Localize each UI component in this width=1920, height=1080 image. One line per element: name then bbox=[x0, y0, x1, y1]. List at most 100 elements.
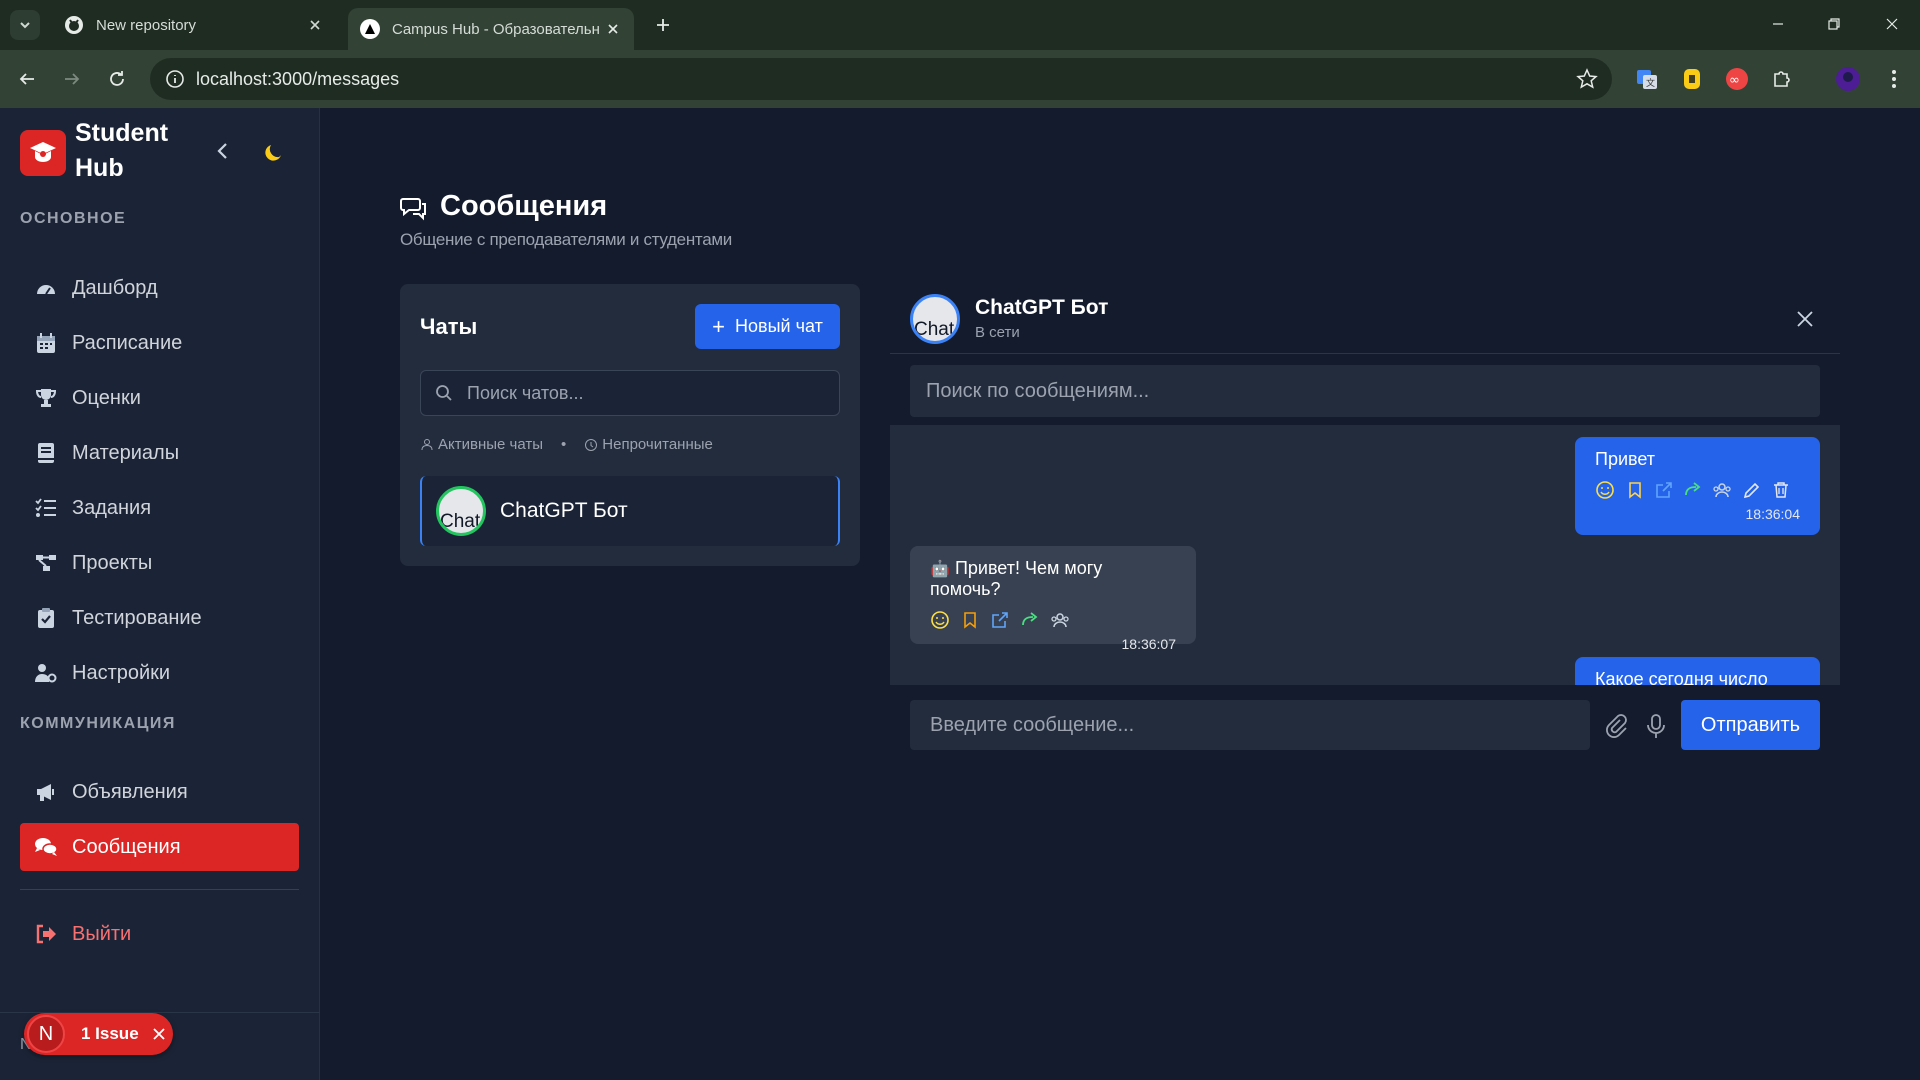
clock-icon bbox=[585, 438, 598, 451]
users-icon[interactable] bbox=[1050, 610, 1070, 630]
minimize-icon[interactable] bbox=[1758, 8, 1798, 40]
message-input[interactable] bbox=[930, 713, 1570, 737]
users-icon[interactable] bbox=[1712, 480, 1732, 500]
message-composer[interactable] bbox=[910, 700, 1590, 750]
messages-area[interactable]: Привет 18:36:04 🤖 Привет! Чем могу помоч… bbox=[890, 425, 1840, 685]
sidebar-item-testing[interactable]: Тестирование bbox=[20, 594, 299, 642]
svg-text:文: 文 bbox=[1646, 77, 1655, 89]
tab-title: New repository bbox=[96, 16, 197, 34]
yellow-extension-icon[interactable] bbox=[1678, 65, 1706, 93]
microphone-icon[interactable] bbox=[1642, 712, 1670, 740]
filter-active-chats[interactable]: Активные чаты bbox=[438, 436, 543, 453]
translate-extension-icon[interactable]: 文 bbox=[1633, 65, 1661, 93]
message-text: Привет bbox=[1595, 449, 1656, 469]
comments-outline-icon bbox=[400, 198, 426, 221]
site-info-icon[interactable] bbox=[164, 68, 186, 90]
chat-search-box[interactable] bbox=[420, 370, 840, 416]
close-icon[interactable] bbox=[1794, 308, 1816, 330]
issue-count[interactable]: 1 Issue bbox=[81, 1024, 139, 1044]
bookmark-star-icon[interactable] bbox=[1576, 68, 1598, 90]
project-diagram-icon bbox=[34, 551, 58, 575]
emoji-icon[interactable] bbox=[930, 610, 950, 630]
book-icon bbox=[34, 441, 58, 465]
clipboard-check-icon bbox=[34, 606, 58, 630]
browser-tab-new-repository[interactable]: New repository bbox=[52, 7, 336, 43]
edit-pencil-icon[interactable] bbox=[1742, 480, 1761, 500]
chevron-left-icon bbox=[217, 143, 227, 159]
external-link-icon[interactable] bbox=[1654, 480, 1673, 500]
address-bar[interactable]: localhost:3000/messages bbox=[150, 58, 1612, 100]
bookmark-icon[interactable] bbox=[1625, 480, 1644, 500]
forward-icon[interactable] bbox=[1683, 480, 1702, 500]
sidebar-item-announcements[interactable]: Объявления bbox=[20, 768, 299, 816]
filter-unread[interactable]: Непрочитанные bbox=[602, 436, 713, 453]
sidebar-item-dashboard[interactable]: Дашборд bbox=[20, 264, 299, 312]
browser-tab-campus-hub[interactable]: Campus Hub - Образовательн bbox=[348, 8, 634, 50]
reload-icon[interactable] bbox=[102, 64, 132, 94]
logout-label: Выйти bbox=[72, 922, 132, 945]
message-time: 18:36:07 bbox=[1121, 636, 1177, 652]
sidebar-item-schedule[interactable]: Расписание bbox=[20, 319, 299, 367]
paperclip-icon[interactable] bbox=[1602, 712, 1630, 740]
external-link-icon[interactable] bbox=[990, 610, 1010, 630]
forward-arrow-icon[interactable] bbox=[57, 64, 87, 94]
triangle-logo-icon bbox=[360, 19, 380, 39]
logout-button[interactable]: Выйти bbox=[20, 910, 299, 958]
infinity-extension-icon[interactable]: ∞ bbox=[1723, 65, 1751, 93]
robot-emoji: 🤖 bbox=[930, 561, 950, 578]
sidebar-item-tasks[interactable]: Задания bbox=[20, 484, 299, 532]
back-arrow-icon[interactable] bbox=[12, 64, 42, 94]
brand-name: Student Hub bbox=[75, 119, 169, 182]
extensions-puzzle-icon[interactable] bbox=[1768, 65, 1796, 93]
browser-toolbar: localhost:3000/messages 文 ∞ bbox=[0, 50, 1920, 108]
message-search-input[interactable] bbox=[926, 379, 1806, 403]
tab-close-icon[interactable] bbox=[306, 16, 324, 34]
trash-icon[interactable] bbox=[1771, 480, 1790, 500]
sidebar-item-settings[interactable]: Настройки bbox=[20, 649, 299, 697]
collapse-sidebar-button[interactable] bbox=[210, 138, 236, 164]
new-chat-button[interactable]: + Новый чат bbox=[695, 304, 840, 349]
conversation-name: ChatGPT Бот bbox=[975, 296, 1109, 319]
avatar: Chat bbox=[910, 294, 960, 344]
forward-icon[interactable] bbox=[1020, 610, 1040, 630]
issues-badge[interactable]: N 1 Issue bbox=[24, 1013, 173, 1055]
next-logo-badge[interactable]: N bbox=[27, 1015, 65, 1053]
sidebar-item-grades[interactable]: Оценки bbox=[20, 374, 299, 422]
browser-tabbar: New repository Campus Hub - Образователь… bbox=[0, 0, 1920, 50]
sidebar-divider bbox=[20, 889, 299, 890]
comments-icon bbox=[34, 835, 58, 859]
message-actions bbox=[1595, 480, 1800, 500]
sidebar-item-materials[interactable]: Материалы bbox=[20, 429, 299, 477]
conversation-panel: Chat ChatGPT Бот В сети Привет 18:36:04 bbox=[890, 284, 1840, 750]
sidebar-item-messages[interactable]: Сообщения bbox=[20, 823, 299, 871]
sidebar-item-label: Сообщения bbox=[72, 835, 181, 858]
theme-toggle-button[interactable] bbox=[262, 138, 288, 164]
github-icon bbox=[64, 15, 84, 35]
search-icon bbox=[436, 385, 452, 401]
emoji-icon[interactable] bbox=[1595, 480, 1615, 500]
restore-icon[interactable] bbox=[1814, 8, 1854, 40]
close-icon[interactable] bbox=[151, 1026, 167, 1042]
message-search-box[interactable] bbox=[910, 365, 1820, 417]
browser-menu-icon[interactable] bbox=[1880, 65, 1908, 93]
sidebar-item-label: Объявления bbox=[72, 780, 188, 803]
message-time: 18:36:04 bbox=[1745, 506, 1801, 522]
bookmark-icon[interactable] bbox=[960, 610, 980, 630]
calendar-icon bbox=[34, 331, 58, 355]
close-window-icon[interactable] bbox=[1872, 8, 1912, 40]
avatar: Chat bbox=[436, 486, 486, 536]
sidebar-item-projects[interactable]: Проекты bbox=[20, 539, 299, 587]
chats-panel: Чаты + Новый чат Активные чаты • Непрочи… bbox=[400, 284, 860, 566]
sidebar-item-label: Проекты bbox=[72, 551, 153, 574]
megaphone-icon bbox=[34, 780, 58, 804]
sidebar-item-label: Настройки bbox=[72, 661, 171, 684]
chat-list-item[interactable]: Chat ChatGPT Бот bbox=[420, 476, 840, 546]
new-tab-plus-icon[interactable] bbox=[650, 12, 676, 38]
chat-search-input[interactable] bbox=[467, 382, 827, 404]
tab-list-menu-button[interactable] bbox=[10, 10, 40, 40]
profile-avatar-icon[interactable] bbox=[1834, 65, 1862, 93]
gauge-icon bbox=[34, 276, 58, 300]
tab-close-icon[interactable] bbox=[604, 20, 622, 38]
send-button[interactable]: Отправить bbox=[1681, 700, 1820, 750]
conversation-header: Chat ChatGPT Бот В сети bbox=[890, 284, 1840, 354]
